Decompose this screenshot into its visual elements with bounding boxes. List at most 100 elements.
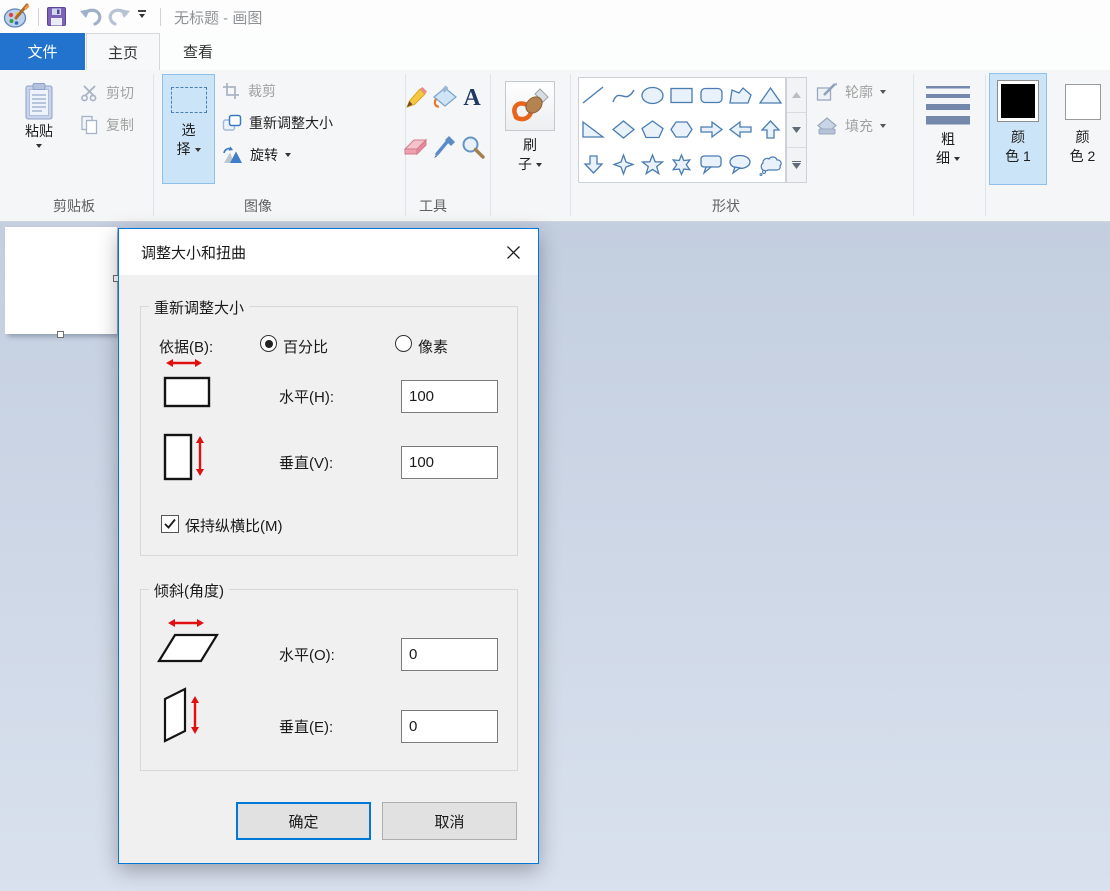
rotate-icon: [222, 146, 243, 165]
shape-rounded-rectangle-icon[interactable]: [697, 78, 726, 113]
tab-view[interactable]: 查看: [168, 33, 228, 70]
cancel-button[interactable]: 取消: [382, 802, 517, 840]
keep-aspect-label: 保持纵横比(M): [185, 515, 283, 536]
resize-image-icon: [222, 114, 242, 132]
shape-curve-icon[interactable]: [608, 78, 637, 113]
size-button[interactable]: 粗 细: [919, 74, 977, 184]
redo-icon: [106, 5, 131, 27]
clipboard-group-label: 剪贴板: [53, 196, 95, 216]
text-icon: A: [459, 84, 485, 110]
pencil-icon: [403, 85, 429, 111]
shape-cloud-callout-icon[interactable]: [756, 147, 785, 182]
gallery-scroll-down-button[interactable]: [787, 113, 806, 148]
resize-horizontal-label: 水平(H):: [279, 386, 334, 407]
skew-horizontal-icon: [157, 617, 221, 668]
shape-line-icon[interactable]: [579, 78, 608, 113]
tab-home[interactable]: 主页: [86, 33, 160, 70]
shapes-group-label: 形状: [712, 196, 740, 216]
image-group-label: 图像: [244, 196, 272, 216]
percent-radio[interactable]: [260, 335, 277, 352]
paste-icon: [23, 82, 55, 122]
shape-down-arrow-icon[interactable]: [579, 147, 608, 182]
ok-button[interactable]: 确定: [236, 802, 371, 840]
cut-button[interactable]: 剪切: [80, 83, 134, 103]
shape-oval-callout-icon[interactable]: [726, 147, 755, 182]
shape-six-point-star-icon[interactable]: [667, 147, 696, 182]
eraser-icon: [403, 134, 429, 160]
qat-menu-button[interactable]: [138, 10, 146, 18]
magnifier-tool-button[interactable]: [460, 134, 486, 163]
paint-logo-icon: [3, 3, 31, 33]
canvas-resize-handle-bottom[interactable]: [57, 331, 64, 338]
resize-skew-dialog: 调整大小和扭曲 重新调整大小 依据(B): 百分比 像素 水平(H):: [118, 228, 539, 864]
text-tool-button[interactable]: A: [459, 84, 485, 113]
paste-button[interactable]: 粘贴: [12, 75, 66, 178]
eraser-tool-button[interactable]: [403, 134, 429, 163]
skew-horizontal-input[interactable]: [401, 638, 498, 671]
shape-right-arrow-icon[interactable]: [697, 113, 726, 148]
rotate-button[interactable]: 旋转: [222, 145, 291, 165]
brush-button[interactable]: 刷 子: [498, 74, 562, 184]
crop-button[interactable]: 裁剪: [222, 81, 276, 101]
pencil-tool-button[interactable]: [403, 85, 429, 114]
shape-rectangle-icon[interactable]: [667, 78, 696, 113]
shape-four-point-star-icon[interactable]: [608, 147, 637, 182]
ribbon-tabs: 文件 主页 查看: [0, 33, 1110, 70]
shape-polygon-icon[interactable]: [726, 78, 755, 113]
shape-gallery: [578, 77, 786, 183]
cut-icon: [80, 84, 99, 102]
shape-pentagon-icon[interactable]: [638, 113, 667, 148]
tab-file[interactable]: 文件: [0, 33, 85, 70]
outline-button[interactable]: 轮廓: [816, 82, 886, 102]
ribbon: 粘贴 剪切 复制 剪贴板 选 择: [0, 70, 1110, 222]
pixels-radio[interactable]: [395, 335, 412, 352]
magnifier-icon: [460, 134, 486, 160]
dialog-titlebar[interactable]: 调整大小和扭曲: [119, 229, 538, 275]
save-button[interactable]: [46, 6, 67, 27]
shape-five-point-star-icon[interactable]: [638, 147, 667, 182]
skew-group-label: 倾斜(角度): [149, 580, 229, 601]
select-button[interactable]: 选 择: [162, 74, 215, 184]
save-icon: [46, 6, 67, 27]
eyedropper-icon: [432, 134, 458, 160]
close-button[interactable]: [497, 238, 529, 266]
size-icon: [926, 85, 970, 125]
shape-rounded-callout-icon[interactable]: [697, 147, 726, 182]
redo-button[interactable]: [106, 5, 131, 27]
copy-button[interactable]: 复制: [80, 115, 134, 135]
shape-up-arrow-icon[interactable]: [756, 113, 785, 148]
color2-button[interactable]: 颜 色 2: [1055, 73, 1110, 185]
skew-vertical-input[interactable]: [401, 710, 498, 743]
shape-triangle-icon[interactable]: [756, 78, 785, 113]
check-icon: [163, 517, 177, 531]
qat-menu-icon: [138, 10, 146, 12]
crop-icon: [222, 82, 241, 100]
resize-vertical-input[interactable]: [401, 446, 498, 479]
window-title: 无标题 - 画图: [174, 7, 262, 28]
shape-hexagon-icon[interactable]: [667, 113, 696, 148]
skew-vertical-icon: [161, 687, 213, 748]
paint-window: 无标题 - 画图 文件 主页 查看 粘贴: [0, 0, 1110, 891]
shape-right-triangle-icon[interactable]: [579, 113, 608, 148]
close-icon: [506, 245, 521, 260]
resize-group-label: 重新调整大小: [149, 297, 249, 318]
select-icon: [171, 87, 207, 113]
keep-aspect-checkbox[interactable]: [161, 515, 179, 533]
fill-button[interactable]: 填充: [816, 116, 886, 136]
resize-image-button[interactable]: 重新调整大小: [222, 113, 333, 133]
color1-button[interactable]: 颜 色 1: [989, 73, 1047, 185]
shape-left-arrow-icon[interactable]: [726, 113, 755, 148]
titlebar: 无标题 - 画图: [0, 0, 1110, 33]
canvas[interactable]: [5, 227, 117, 334]
shape-oval-icon[interactable]: [638, 78, 667, 113]
resize-horizontal-input[interactable]: [401, 380, 498, 413]
gallery-scroll-up-button[interactable]: [787, 78, 806, 113]
fill-tool-button[interactable]: [432, 85, 458, 114]
resize-horizontal-icon: [163, 357, 213, 413]
shape-diamond-icon[interactable]: [608, 113, 637, 148]
eyedropper-tool-button[interactable]: [432, 134, 458, 163]
gallery-more-button[interactable]: [787, 148, 806, 182]
outline-icon: [816, 82, 838, 102]
scroll-up-icon: [792, 92, 801, 98]
undo-button[interactable]: [79, 5, 104, 27]
